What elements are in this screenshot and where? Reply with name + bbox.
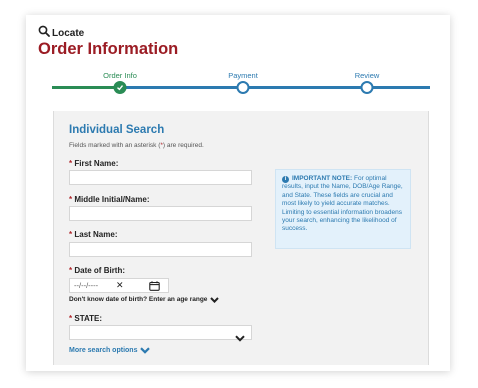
- step-payment-dot: [236, 81, 250, 94]
- dob-input[interactable]: --/--/---- ✕: [69, 278, 169, 293]
- first-name-label: * First Name:: [69, 159, 119, 168]
- dob-placeholder: --/--/----: [74, 281, 99, 290]
- middle-name-input[interactable]: [69, 206, 252, 221]
- clear-icon[interactable]: ✕: [116, 280, 124, 291]
- step-order-info-label: Order Info: [103, 71, 137, 80]
- age-range-link[interactable]: Don't know date of birth? Enter an age r…: [69, 296, 220, 303]
- step-review-dot: [360, 81, 374, 94]
- middle-name-label: * Middle Initial/Name:: [69, 195, 150, 204]
- search-form-panel: Individual Search Fields marked with an …: [53, 111, 429, 365]
- more-search-options-label: More search options: [69, 347, 138, 354]
- brand-name: Locate: [52, 27, 85, 39]
- progress-line-pending: [120, 86, 430, 89]
- progress-line-done: [52, 86, 120, 89]
- chevron-down-icon: [235, 329, 245, 347]
- note-body: For optimal results, input the Name, DOB…: [282, 175, 403, 233]
- step-order-info-dot: [113, 81, 127, 94]
- important-note: i IMPORTANT NOTE: For optimal results, in…: [275, 169, 411, 249]
- chevron-down-icon: [140, 347, 151, 354]
- last-name-label: * Last Name:: [69, 230, 118, 239]
- note-heading: IMPORTANT NOTE:: [292, 175, 353, 182]
- step-payment-label: Payment: [228, 71, 258, 80]
- dob-label: * Date of Birth:: [69, 266, 126, 275]
- state-select[interactable]: [69, 325, 252, 342]
- more-search-options-link[interactable]: More search options: [69, 347, 151, 354]
- section-title: Individual Search: [69, 124, 165, 136]
- step-review-label: Review: [354, 71, 380, 80]
- progress-steps: Order Info Payment Review: [52, 70, 430, 110]
- order-card: Locate Order Information Order Info Paym…: [26, 15, 450, 371]
- check-icon: [117, 85, 124, 91]
- last-name-input[interactable]: [69, 242, 252, 257]
- calendar-icon[interactable]: [149, 281, 160, 293]
- info-icon: i: [282, 176, 289, 183]
- chevron-down-icon: [210, 296, 220, 303]
- first-name-input[interactable]: [69, 170, 252, 185]
- state-label: * STATE:: [69, 314, 103, 323]
- page-title: Order Information: [38, 40, 179, 58]
- required-fields-note: Fields marked with an asterisk (*) are r…: [69, 142, 204, 149]
- age-range-link-label: Don't know date of birth? Enter an age r…: [69, 296, 208, 303]
